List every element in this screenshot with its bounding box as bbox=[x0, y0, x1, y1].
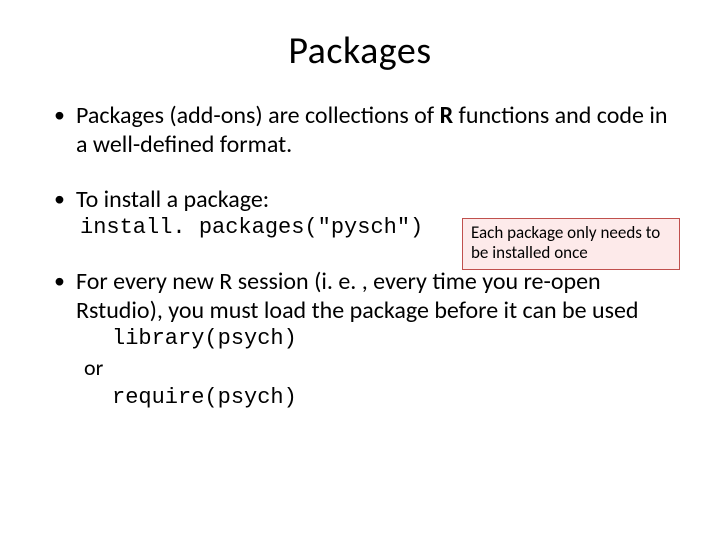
bullet-2: To install a package: install. packages(… bbox=[48, 186, 680, 242]
bullet-1: Packages (add-ons) are collections of R … bbox=[48, 102, 680, 160]
or-text: or bbox=[76, 354, 103, 381]
slide-title: Packages bbox=[40, 28, 680, 74]
note-line-1: Each package only needs to bbox=[471, 223, 671, 243]
require-code: require(psych) bbox=[76, 384, 680, 412]
bullet-3: For every new R session (i. e. , every t… bbox=[48, 268, 680, 411]
bullet-1-bold: R bbox=[440, 101, 454, 130]
note-line-2: be installed once bbox=[471, 243, 671, 263]
bullet-2-text: To install a package: bbox=[76, 185, 269, 214]
bullet-list: Packages (add-ons) are collections of R … bbox=[40, 102, 680, 411]
library-code: library(psych) bbox=[76, 325, 680, 353]
note-box: Each package only needs to be installed … bbox=[462, 218, 680, 271]
bullet-1-text-a: Packages (add-ons) are collections of bbox=[76, 101, 440, 130]
bullet-3-text: For every new R session (i. e. , every t… bbox=[76, 267, 639, 325]
